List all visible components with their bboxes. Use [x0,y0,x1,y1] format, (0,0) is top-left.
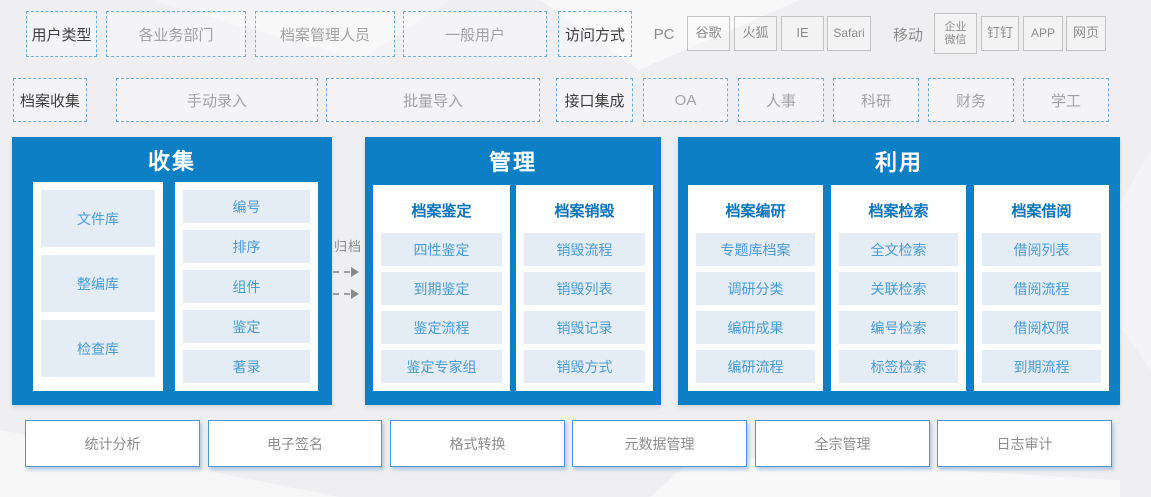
architecture-diagram: 用户类型 各业务部门 档案管理人员 一般用户 访问方式 PC 谷歌 火狐 IE … [0,0,1151,497]
tile-destruction-records: 销毁记录 [524,311,645,344]
tile-expiry-workflow: 到期流程 [982,350,1101,383]
client-dingtalk-box: 钉钉 [981,16,1019,51]
tile-destruction-workflow: 销毁流程 [524,233,645,266]
tile-check-library: 检查库 [41,320,155,377]
user-type-label-box: 用户类型 [26,11,97,57]
tile-arrangement-library: 整编库 [41,255,155,312]
tile-number-search: 编号检索 [839,311,958,344]
archive-search-header: 档案检索 [839,193,958,227]
tile-tag-search: 标签检索 [839,350,958,383]
archive-borrowing-column: 档案借阅 借阅列表 借阅流程 借阅权限 到期流程 [974,185,1109,391]
utility-audit-log-box: 日志审计 [937,420,1112,467]
client-app-box: APP [1023,16,1063,51]
utility-format-conversion-box: 格式转换 [390,420,565,467]
utility-metadata-box: 元数据管理 [572,420,747,467]
user-box-general-users: 一般用户 [403,11,547,57]
management-panel-title: 管理 [365,137,661,185]
user-type-row: 用户类型 各业务部门 档案管理人员 一般用户 访问方式 [0,11,1151,57]
user-box-business-depts: 各业务部门 [106,11,246,57]
mobile-group-label: 移动 [888,11,928,57]
browser-firefox-box: 火狐 [734,16,777,51]
archive-compilation-header: 档案编研 [696,193,815,227]
tile-four-nature-appraisal: 四性鉴定 [381,233,502,266]
archive-destruction-column: 档案销毁 销毁流程 销毁列表 销毁记录 销毁方式 [516,185,653,391]
tile-numbering: 编号 [183,190,310,223]
browser-ie-box: IE [781,16,824,51]
tile-compilation-workflow: 编研流程 [696,350,815,383]
client-web-box: 网页 [1066,16,1106,51]
batch-import-box: 批量导入 [326,78,540,122]
archive-compilation-column: 档案编研 专题库档案 调研分类 编研成果 编研流程 [688,185,823,391]
system-student-box: 学工 [1023,78,1109,122]
system-finance-box: 财务 [928,78,1014,122]
system-research-box: 科研 [833,78,919,122]
collection-operations-column: 编号 排序 组件 鉴定 著录 [175,182,318,391]
tile-destruction-list: 销毁列表 [524,272,645,305]
tile-borrowing-permission: 借阅权限 [982,311,1101,344]
browser-chrome-box: 谷歌 [687,16,730,51]
system-hr-box: 人事 [738,78,824,122]
tile-component: 组件 [183,270,310,303]
tile-related-search: 关联检索 [839,272,958,305]
collection-libraries-column: 文件库 整编库 检查库 [33,182,163,391]
utility-statistics-box: 统计分析 [25,420,200,467]
archive-appraisal-column: 档案鉴定 四性鉴定 到期鉴定 鉴定流程 鉴定专家组 [373,185,510,391]
utilization-panel: 利用 档案编研 专题库档案 调研分类 编研成果 编研流程 档案检索 全文检索 关… [678,137,1120,405]
user-box-archive-managers: 档案管理人员 [255,11,395,57]
tile-appraisal: 鉴定 [183,310,310,343]
management-panel: 管理 档案鉴定 四性鉴定 到期鉴定 鉴定流程 鉴定专家组 档案销毁 销毁流程 销… [365,137,661,405]
tile-file-library: 文件库 [41,190,155,247]
pc-group-label: PC [648,11,680,57]
tile-fulltext-search: 全文检索 [839,233,958,266]
archive-search-column: 档案检索 全文检索 关联检索 编号检索 标签检索 [831,185,966,391]
utilization-panel-title: 利用 [678,137,1120,185]
tile-borrowing-list: 借阅列表 [982,233,1101,266]
archive-connector-label: 归档 [334,236,362,255]
archive-arrow-icon [333,289,363,299]
archive-connector: 归档 [331,137,365,405]
tile-compilation-results: 编研成果 [696,311,815,344]
tile-sorting: 排序 [183,230,310,263]
system-oa-box: OA [643,78,728,122]
access-method-label-box: 访问方式 [558,11,632,57]
collection-channel-row: 档案收集 手动录入 批量导入 接口集成 OA 人事 科研 财务 学工 [0,78,1151,122]
tile-destruction-method: 销毁方式 [524,350,645,383]
archive-collection-label-box: 档案收集 [13,78,87,122]
utility-esignature-box: 电子签名 [208,420,382,467]
collection-panel: 收集 文件库 整编库 检查库 编号 排序 组件 鉴定 著录 [12,137,332,405]
archive-appraisal-header: 档案鉴定 [381,193,502,227]
tile-appraisal-workflow: 鉴定流程 [381,311,502,344]
client-wecom-box: 企业微信 [934,13,977,54]
tile-borrowing-workflow: 借阅流程 [982,272,1101,305]
archive-destruction-header: 档案销毁 [524,193,645,227]
manual-entry-box: 手动录入 [116,78,318,122]
archive-borrowing-header: 档案借阅 [982,193,1101,227]
tile-expiry-appraisal: 到期鉴定 [381,272,502,305]
tile-research-classification: 调研分类 [696,272,815,305]
tile-thematic-library: 专题库档案 [696,233,815,266]
archive-arrow-icon [333,267,363,277]
interface-integration-label-box: 接口集成 [556,78,633,122]
tile-description: 著录 [183,350,310,383]
utility-fonds-management-box: 全宗管理 [755,420,930,467]
browser-safari-box: Safari [827,16,871,51]
collection-panel-title: 收集 [12,137,332,182]
tile-appraisal-expert-group: 鉴定专家组 [381,350,502,383]
